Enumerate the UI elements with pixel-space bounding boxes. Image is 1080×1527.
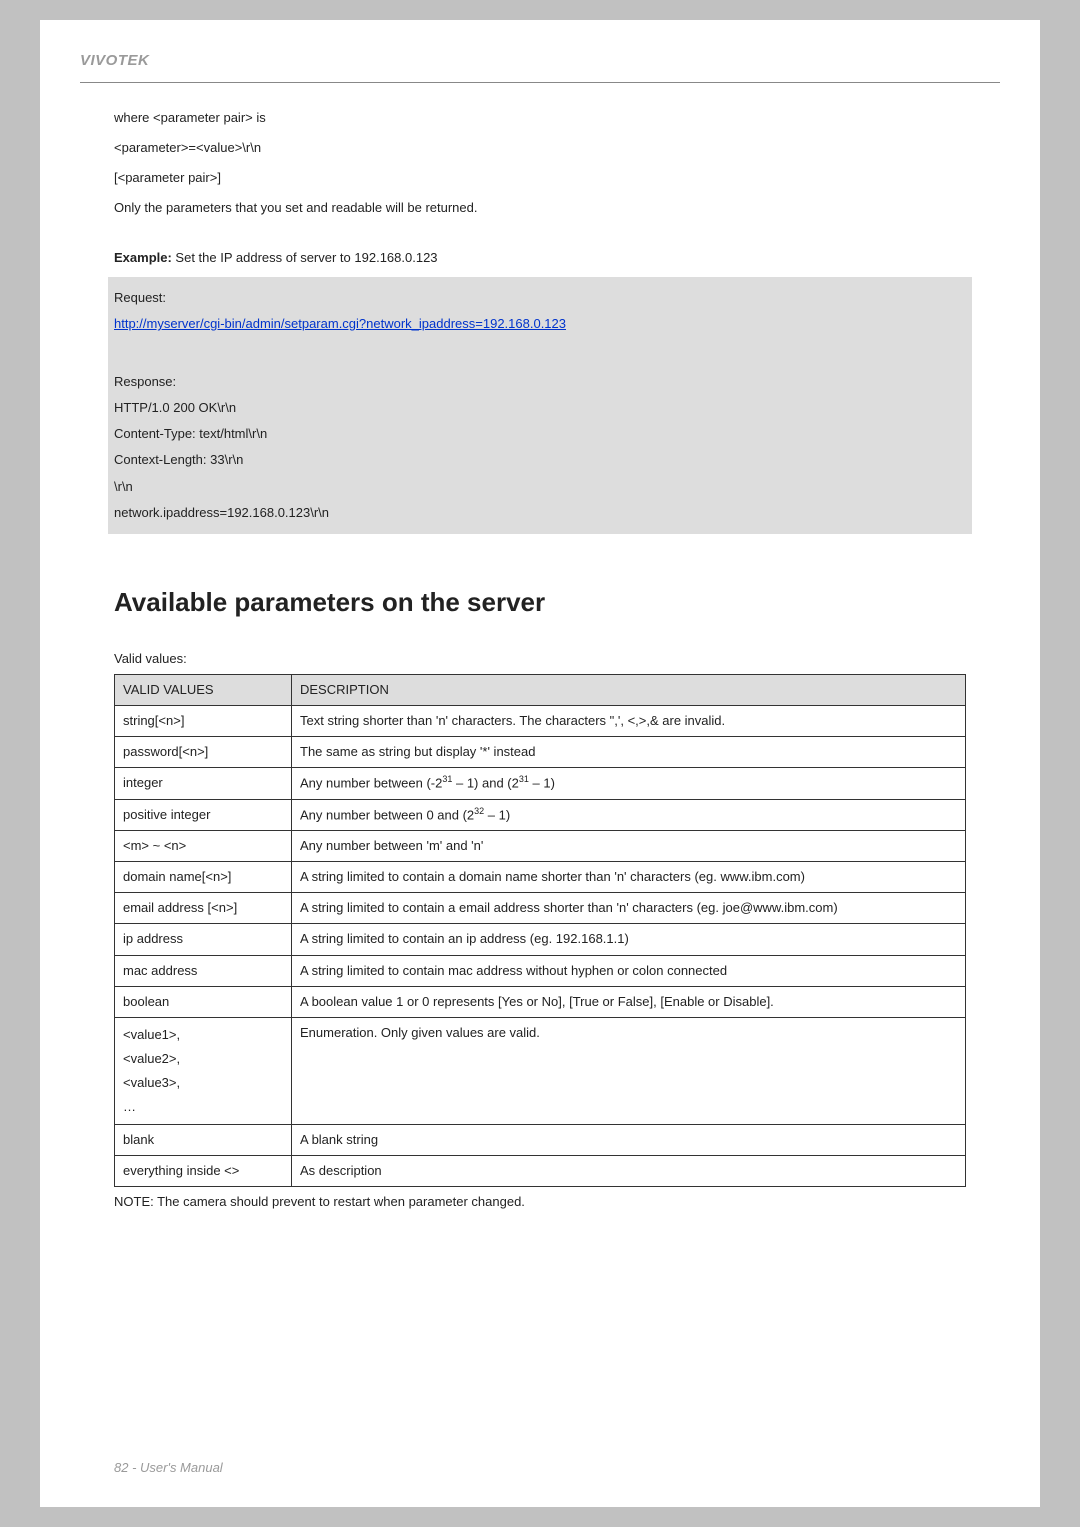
- request-label: Request:: [114, 287, 966, 309]
- table-row: string[<n>]Text string shorter than 'n' …: [115, 706, 966, 737]
- valid-values-table: VALID VALUES DESCRIPTION string[<n>]Text…: [114, 674, 966, 1187]
- cell-valid-value: password[<n>]: [115, 737, 292, 768]
- table-row: domain name[<n>]A string limited to cont…: [115, 862, 966, 893]
- cell-description: Any number between (-231 – 1) and (231 –…: [292, 768, 966, 799]
- table-header-row: VALID VALUES DESCRIPTION: [115, 675, 966, 706]
- table-row: <m> ~ <n>Any number between 'm' and 'n': [115, 831, 966, 862]
- intro-line-4: Only the parameters that you set and rea…: [114, 197, 966, 219]
- response-line-1: HTTP/1.0 200 OK\r\n: [114, 397, 966, 419]
- cell-valid-value: string[<n>]: [115, 706, 292, 737]
- cell-description: A boolean value 1 or 0 represents [Yes o…: [292, 986, 966, 1017]
- cell-description: A string limited to contain an ip addres…: [292, 924, 966, 955]
- table-row: ip addressA string limited to contain an…: [115, 924, 966, 955]
- example-heading: Example: Set the IP address of server to…: [114, 247, 966, 269]
- section-heading: Available parameters on the server: [114, 580, 966, 624]
- table-row: booleanA boolean value 1 or 0 represents…: [115, 986, 966, 1017]
- spacer: [114, 227, 966, 247]
- cell-valid-value: everything inside <>: [115, 1156, 292, 1187]
- valid-values-label: Valid values:: [114, 648, 966, 670]
- table-row: blankA blank string: [115, 1125, 966, 1156]
- cell-description: Any number between 'm' and 'n': [292, 831, 966, 862]
- response-line-3: Context-Length: 33\r\n: [114, 449, 966, 471]
- cell-valid-value: <value1>,<value2>,<value3>,…: [115, 1017, 292, 1124]
- response-line-4: \r\n: [114, 476, 966, 498]
- request-url-link[interactable]: http://myserver/cgi-bin/admin/setparam.c…: [114, 316, 566, 331]
- header-divider: [80, 82, 1000, 83]
- page: VIVOTEK where <parameter pair> is <param…: [40, 20, 1040, 1507]
- cell-description: A string limited to contain mac address …: [292, 955, 966, 986]
- cell-description: A string limited to contain a email addr…: [292, 893, 966, 924]
- cell-valid-value: boolean: [115, 986, 292, 1017]
- page-footer: 82 - User's Manual: [114, 1457, 223, 1479]
- cell-description: A blank string: [292, 1125, 966, 1156]
- request-url-line: http://myserver/cgi-bin/admin/setparam.c…: [114, 313, 966, 335]
- spacer: [114, 339, 966, 367]
- col-header-desc: DESCRIPTION: [292, 675, 966, 706]
- table-row: integerAny number between (-231 – 1) and…: [115, 768, 966, 799]
- response-line-5: network.ipaddress=192.168.0.123\r\n: [114, 502, 966, 524]
- table-row: positive integerAny number between 0 and…: [115, 799, 966, 830]
- cell-description: A string limited to contain a domain nam…: [292, 862, 966, 893]
- cell-valid-value: domain name[<n>]: [115, 862, 292, 893]
- response-line-2: Content-Type: text/html\r\n: [114, 423, 966, 445]
- page-header: VIVOTEK: [40, 20, 1040, 78]
- response-label: Response:: [114, 371, 966, 393]
- cell-valid-value: blank: [115, 1125, 292, 1156]
- table-row: everything inside <>As description: [115, 1156, 966, 1187]
- note-text: NOTE: The camera should prevent to resta…: [114, 1191, 966, 1213]
- brand-logo: VIVOTEK: [80, 48, 1000, 74]
- intro-line-2: <parameter>=<value>\r\n: [114, 137, 966, 159]
- example-text: Set the IP address of server to 192.168.…: [172, 250, 438, 265]
- cell-valid-value: positive integer: [115, 799, 292, 830]
- cell-description: As description: [292, 1156, 966, 1187]
- col-header-valid: VALID VALUES: [115, 675, 292, 706]
- example-label: Example:: [114, 250, 172, 265]
- table-row: password[<n>]The same as string but disp…: [115, 737, 966, 768]
- table-row: <value1>,<value2>,<value3>,…Enumeration.…: [115, 1017, 966, 1124]
- cell-valid-value: integer: [115, 768, 292, 799]
- cell-description: Text string shorter than 'n' characters.…: [292, 706, 966, 737]
- cell-valid-value: ip address: [115, 924, 292, 955]
- cell-description: Enumeration. Only given values are valid…: [292, 1017, 966, 1124]
- intro-line-3: [<parameter pair>]: [114, 167, 966, 189]
- table-row: mac addressA string limited to contain m…: [115, 955, 966, 986]
- page-content: where <parameter pair> is <parameter>=<v…: [40, 107, 1040, 1264]
- intro-line-1: where <parameter pair> is: [114, 107, 966, 129]
- cell-valid-value: mac address: [115, 955, 292, 986]
- example-box: Request: http://myserver/cgi-bin/admin/s…: [108, 277, 972, 534]
- table-row: email address [<n>]A string limited to c…: [115, 893, 966, 924]
- cell-valid-value: <m> ~ <n>: [115, 831, 292, 862]
- cell-description: Any number between 0 and (232 – 1): [292, 799, 966, 830]
- cell-description: The same as string but display '*' inste…: [292, 737, 966, 768]
- cell-valid-value: email address [<n>]: [115, 893, 292, 924]
